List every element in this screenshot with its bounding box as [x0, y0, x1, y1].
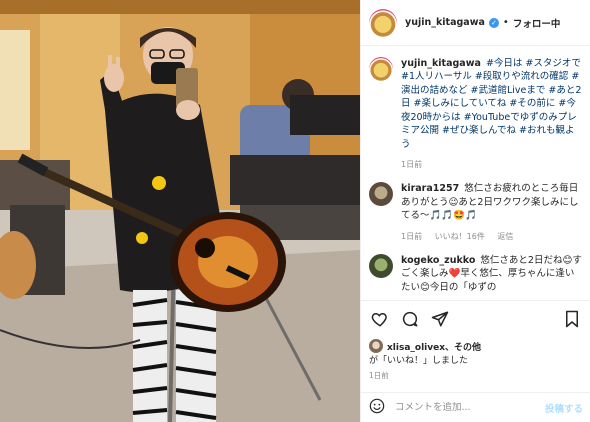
add-comment-bar: 投稿する [361, 392, 590, 422]
likes-suffix: が「いいね！」しました [369, 356, 469, 367]
comment-username[interactable]: kogeko_zukko [401, 255, 475, 266]
separator-dot: • [502, 17, 509, 28]
caption-hashtags[interactable]: #今日は #スタジオで #1人リハーサル #段取りや流れの確認 #演出の詰めなど… [401, 58, 581, 150]
comment-text-block: kogeko_zukko 悠仁さあと2日だね😊すごく楽しみ❤️早く悠仁、厚ちゃん… [401, 254, 583, 294]
comment-meta: 1日前 いいね！16件 返信 [401, 231, 583, 242]
post-side-panel: yujin_kitagawa ✓ • フォロー中 yujin_kitagawa … [360, 0, 590, 422]
caption-time: 1日前 [401, 160, 423, 170]
likes-others-link[interactable]: 、その他 [445, 343, 481, 353]
post-actions-bar [361, 300, 590, 336]
liker-username[interactable]: xlisa_olivex [387, 343, 445, 353]
comment-item: kirara1257 悠仁さお疲れのところ毎日ありがとう😉あと2日ワクワク楽しみ… [369, 182, 583, 241]
author-username[interactable]: yujin_kitagawa [405, 17, 485, 28]
caption-username[interactable]: yujin_kitagawa [401, 58, 481, 69]
post-timestamp: 1日前 [369, 371, 389, 380]
caption-text-block: yujin_kitagawa #今日は #スタジオで #1人リハーサル #段取り… [401, 57, 583, 151]
post-comment-button[interactable]: 投稿する [545, 401, 583, 415]
comment-input[interactable] [395, 402, 535, 413]
comment-icon[interactable] [399, 308, 421, 330]
author-avatar[interactable] [369, 8, 397, 37]
commenter-avatar[interactable] [369, 253, 393, 278]
comments-list[interactable]: yujin_kitagawa #今日は #スタジオで #1人リハーサル #段取り… [361, 47, 590, 296]
comment-text-block: kirara1257 悠仁さお疲れのところ毎日ありがとう😉あと2日ワクワク楽しみ… [401, 182, 583, 222]
post-photo[interactable] [0, 0, 360, 422]
comment-item: kogeko_zukko 悠仁さあと2日だね😊すごく楽しみ❤️早く悠仁、厚ちゃん… [369, 253, 583, 294]
share-icon[interactable] [429, 308, 451, 330]
liker-avatar [369, 339, 383, 353]
follow-button[interactable]: フォロー中 [513, 16, 561, 30]
comment-time: 1日前 [401, 231, 423, 241]
post-header: yujin_kitagawa ✓ • フォロー中 [361, 0, 590, 46]
comment-username[interactable]: kirara1257 [401, 183, 459, 194]
caption-row: yujin_kitagawa #今日は #スタジオで #1人リハーサル #段取り… [369, 57, 583, 170]
comment-reply-link[interactable]: 返信 [497, 232, 513, 241]
bookmark-icon[interactable] [561, 308, 583, 330]
caption-avatar[interactable] [369, 57, 393, 81]
studio-photo-illustration [0, 0, 360, 422]
instagram-post-view: yujin_kitagawa ✓ • フォロー中 yujin_kitagawa … [0, 0, 590, 422]
heart-icon[interactable] [369, 308, 391, 330]
comment-likes-link[interactable]: いいね！16件 [435, 232, 485, 241]
commenter-avatar[interactable] [369, 182, 393, 207]
emoji-icon[interactable] [369, 398, 385, 417]
caption-meta: 1日前 [401, 159, 583, 170]
verified-badge-icon: ✓ [488, 17, 499, 28]
likes-summary: xlisa_olivex、その他 が「いいね！」しました [369, 339, 583, 368]
